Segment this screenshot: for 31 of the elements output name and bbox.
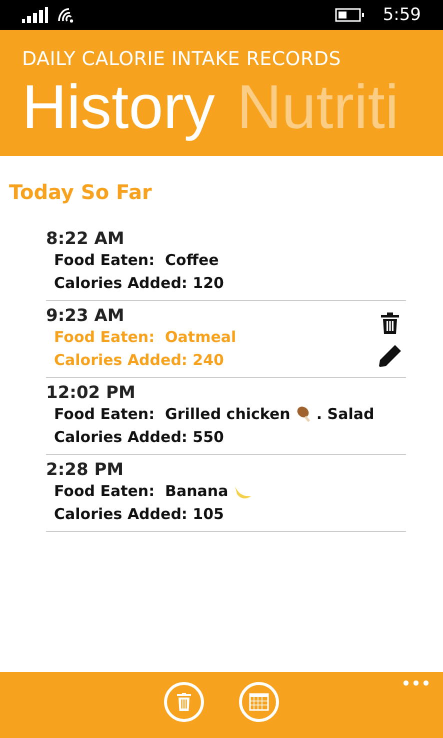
clock-time: 5:59 [382, 5, 421, 25]
food-eaten: . Salad [316, 404, 374, 425]
calories-added: Calories Added: 105 [54, 504, 224, 525]
signal-icon [22, 7, 48, 23]
app-title: DAILY CALORIE INTAKE RECORDS [22, 48, 341, 70]
food-entry[interactable]: 8:22 AM Food Eaten: Coffee Calories Added: 120 [46, 224, 406, 301]
food-eaten: Food Eaten: Banana [54, 481, 228, 502]
delete-button[interactable] [164, 682, 204, 722]
banana-icon [234, 484, 252, 500]
calories-added: Calories Added: 550 [54, 427, 224, 448]
entry-time: 8:22 AM [46, 229, 124, 249]
trash-icon [177, 693, 191, 711]
food-entry[interactable]: 2:28 PM Food Eaten: Banana Calories Added: 105 [46, 455, 406, 532]
calendar-icon [249, 693, 269, 711]
food-entry[interactable]: 12:02 PM Food Eaten: Grilled chicken . Salad Calories Added: 550 [46, 378, 406, 455]
entry-time: 9:23 AM [46, 306, 124, 326]
calories-added: Calories Added: 240 [54, 350, 224, 371]
battery-icon [334, 8, 365, 22]
calories-added: Calories Added: 120 [54, 273, 224, 294]
more-icon[interactable] [403, 680, 429, 686]
delete-icon[interactable] [380, 312, 400, 334]
calendar-button[interactable] [239, 682, 279, 722]
wifi-icon [56, 7, 74, 23]
food-entry[interactable]: 9:23 AM Food Eaten: Oatmeal Calories Added: 240 [46, 301, 406, 378]
food-eaten: Food Eaten: Oatmeal [54, 327, 236, 348]
section-title: Today So Far [9, 180, 152, 204]
food-eaten: Food Eaten: Coffee [54, 250, 219, 271]
food-eaten: Food Eaten: Grilled chicken [54, 404, 290, 425]
entry-time: 12:02 PM [46, 383, 136, 403]
edit-icon[interactable] [378, 344, 402, 368]
entry-time: 2:28 PM [46, 460, 124, 480]
